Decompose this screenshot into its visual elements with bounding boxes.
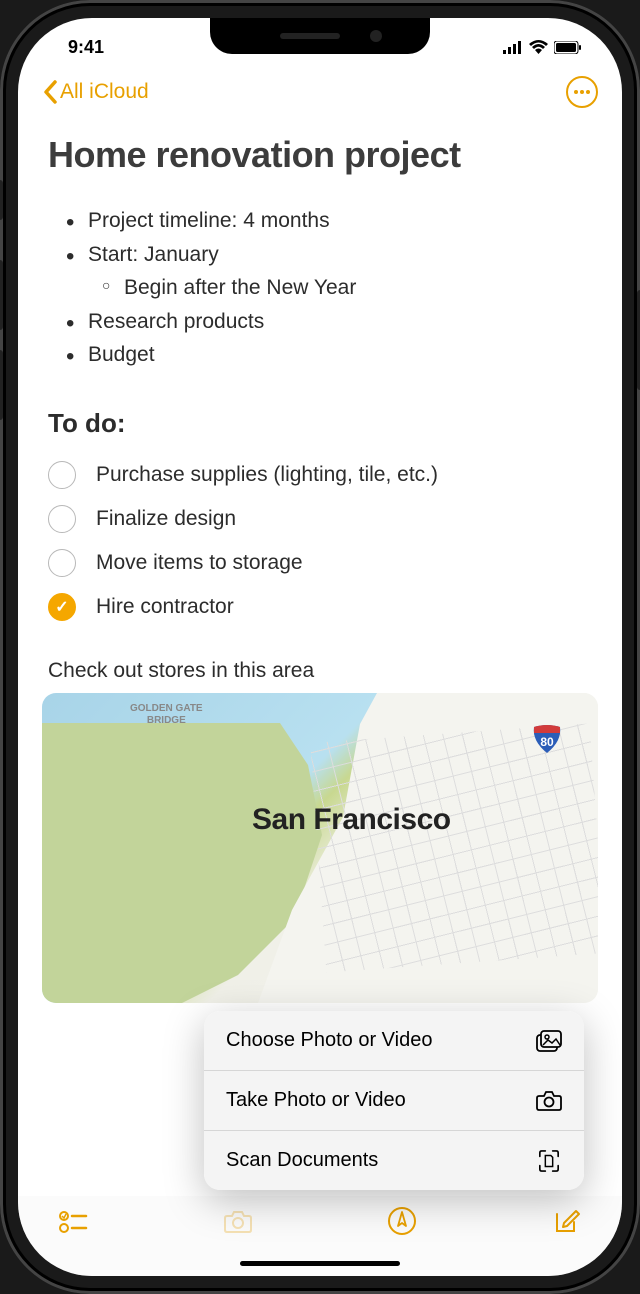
cellular-icon <box>503 41 523 54</box>
checklist-label[interactable]: Finalize design <box>96 507 236 531</box>
map-attachment[interactable]: GOLDEN GATEBRIDGE 80 San Francisco <box>42 693 598 1003</box>
attachment-popup-menu: Choose Photo or Video Take Photo or Vide… <box>204 1011 584 1190</box>
map-caption[interactable]: Check out stores in this area <box>48 659 592 683</box>
checklist-item[interactable]: Move items to storage <box>48 541 592 585</box>
ellipsis-icon <box>574 90 590 94</box>
chevron-left-icon <box>42 80 58 104</box>
scan-documents-button[interactable]: Scan Documents <box>204 1131 584 1190</box>
notch <box>210 18 430 54</box>
checkbox-unchecked-icon[interactable] <box>48 461 76 489</box>
svg-text:80: 80 <box>540 735 554 749</box>
status-icons <box>503 40 582 54</box>
checklist[interactable]: Purchase supplies (lighting, tile, etc.)… <box>48 453 592 629</box>
map-bridge-label: GOLDEN GATEBRIDGE <box>130 703 203 727</box>
interstate-shield-icon: 80 <box>532 723 562 753</box>
markup-toolbar-icon[interactable] <box>387 1206 417 1236</box>
note-content[interactable]: Home renovation project Project timeline… <box>18 134 622 683</box>
navigation-bar: All iCloud <box>18 68 622 116</box>
status-time: 9:41 <box>68 37 104 58</box>
wifi-icon <box>529 40 548 54</box>
camera-icon <box>536 1090 562 1112</box>
battery-icon <box>554 41 582 54</box>
bullet-list[interactable]: Project timeline: 4 months Start: Januar… <box>48 204 592 372</box>
photo-library-icon <box>536 1030 562 1052</box>
checkbox-unchecked-icon[interactable] <box>48 505 76 533</box>
checklist-item[interactable]: Hire contractor <box>48 585 592 629</box>
screen: 9:41 All iCloud September 7, 2021 at 3:4… <box>18 18 622 1276</box>
phone-frame: 9:41 All iCloud September 7, 2021 at 3:4… <box>0 0 640 1294</box>
list-item[interactable]: Begin after the New Year <box>102 271 592 305</box>
compose-toolbar-icon[interactable] <box>552 1206 582 1236</box>
camera-toolbar-icon[interactable] <box>223 1206 253 1236</box>
home-indicator[interactable] <box>240 1261 400 1266</box>
checklist-label[interactable]: Purchase supplies (lighting, tile, etc.) <box>96 463 438 487</box>
popup-label: Take Photo or Video <box>226 1089 406 1112</box>
popup-label: Scan Documents <box>226 1149 378 1172</box>
list-item[interactable]: Start: January <box>66 238 592 272</box>
checkbox-unchecked-icon[interactable] <box>48 549 76 577</box>
checklist-toolbar-icon[interactable] <box>58 1206 88 1236</box>
document-scan-icon <box>536 1150 562 1172</box>
more-button[interactable] <box>566 76 598 108</box>
todo-heading[interactable]: To do: <box>48 408 592 439</box>
checklist-item[interactable]: Purchase supplies (lighting, tile, etc.) <box>48 453 592 497</box>
take-photo-video-button[interactable]: Take Photo or Video <box>204 1071 584 1131</box>
back-label: All iCloud <box>60 80 149 104</box>
checklist-label[interactable]: Move items to storage <box>96 551 303 575</box>
list-item[interactable]: Research products <box>66 305 592 339</box>
checkbox-checked-icon[interactable] <box>48 593 76 621</box>
popup-label: Choose Photo or Video <box>226 1029 432 1052</box>
checklist-item[interactable]: Finalize design <box>48 497 592 541</box>
checklist-label[interactable]: Hire contractor <box>96 595 234 619</box>
note-title[interactable]: Home renovation project <box>48 134 592 176</box>
map-city-label: San Francisco <box>252 803 451 837</box>
choose-photo-video-button[interactable]: Choose Photo or Video <box>204 1011 584 1071</box>
back-button[interactable]: All iCloud <box>42 80 149 104</box>
list-item[interactable]: Project timeline: 4 months <box>66 204 592 238</box>
list-item[interactable]: Budget <box>66 338 592 372</box>
